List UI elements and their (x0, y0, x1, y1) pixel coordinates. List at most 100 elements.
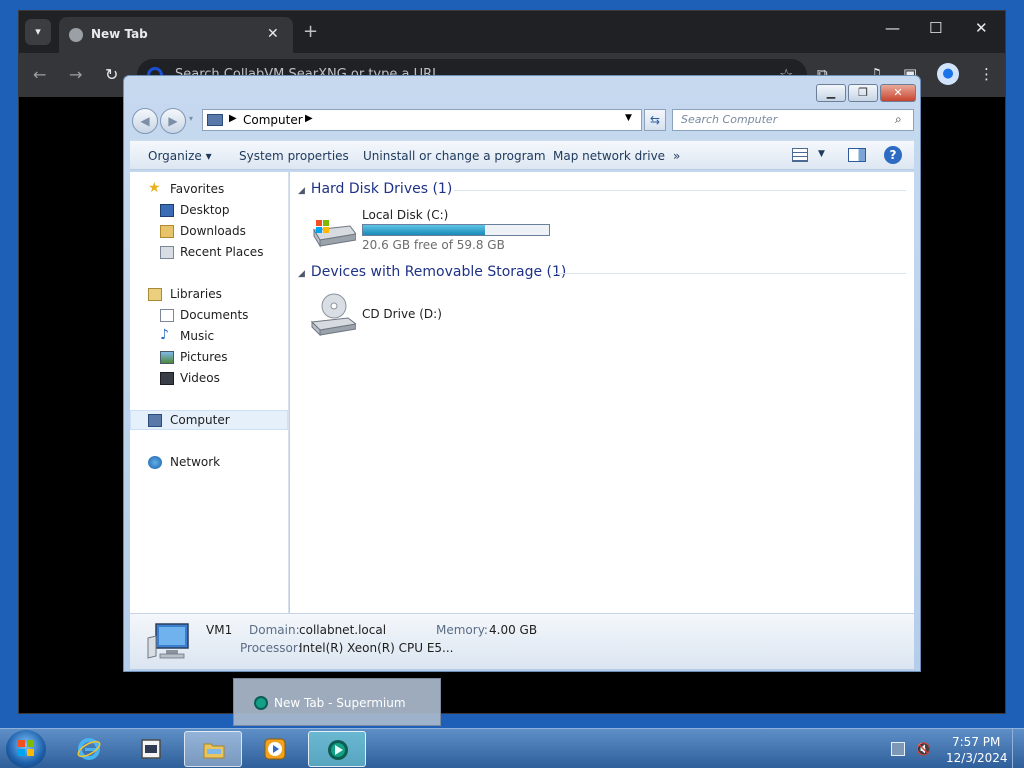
group-divider (554, 273, 906, 274)
domain-label: Domain: (249, 623, 300, 637)
computer-icon (207, 114, 223, 126)
taskbar: 🔇 7:57 PM 12/3/2024 (0, 728, 1024, 768)
taskbar-app[interactable] (122, 731, 180, 767)
browser-tab[interactable]: New Tab ✕ (59, 17, 293, 53)
back-button[interactable]: ◀ (132, 108, 158, 134)
nav-libraries[interactable]: Libraries (130, 285, 288, 305)
taskbar-windows-explorer[interactable] (184, 731, 242, 767)
collapse-triangle-icon[interactable]: ◢ (298, 269, 305, 279)
libraries-icon (148, 288, 162, 301)
address-bar[interactable]: ▶ Computer ▶ ▼ (202, 109, 642, 131)
pictures-icon (160, 351, 174, 364)
network-globe-icon (148, 456, 162, 469)
refresh-button[interactable]: ⇆ (644, 109, 666, 131)
drive-c-free-space: 20.6 GB free of 59.8 GB (362, 238, 505, 252)
change-view-icon[interactable] (792, 148, 808, 162)
taskbar-internet-explorer[interactable] (60, 731, 118, 767)
nav-music[interactable]: ♪ Music (130, 327, 288, 347)
help-icon[interactable]: ? (884, 146, 902, 164)
start-button[interactable] (6, 730, 46, 768)
reload-icon[interactable]: ↻ (105, 65, 118, 84)
tab-search-button[interactable]: ▾ (25, 19, 51, 45)
nav-favorites[interactable]: ★ Favorites (130, 180, 288, 200)
documents-icon (160, 309, 174, 322)
forward-arrow-icon[interactable]: → (69, 65, 82, 84)
navigation-pane: ★ Favorites Desktop Downloads Recent Pla… (130, 172, 289, 613)
command-bar: Organize ▾ System properties Uninstall o… (130, 140, 914, 170)
videos-icon (160, 372, 174, 385)
internet-explorer-icon (77, 738, 101, 760)
uninstall-program-button[interactable]: Uninstall or change a program (363, 149, 546, 163)
cd-drive-icon (310, 293, 356, 336)
computer-monitor-icon (147, 623, 189, 659)
browser-close-button[interactable]: ✕ (975, 19, 988, 37)
menu-dots-icon[interactable]: ⋮ (979, 65, 994, 83)
search-input[interactable]: Search Computer ⌕ (672, 109, 914, 131)
details-pane: VM1 Domain: collabnet.local Memory: 4.00… (130, 613, 914, 669)
nav-pictures[interactable]: Pictures (130, 348, 288, 368)
minimize-button[interactable]: ▁ (816, 84, 846, 102)
restore-button[interactable]: ❐ (848, 84, 878, 102)
explorer-window: ▁ ❐ ✕ ◀ ▶ ▾ ▶ Computer ▶ ▼ ⇆ Search Comp… (123, 75, 921, 672)
computer-name: VM1 (206, 623, 233, 637)
hard-drive-icon (313, 220, 356, 248)
new-tab-button[interactable]: + (303, 21, 318, 42)
search-icon[interactable]: ⌕ (895, 112, 902, 127)
breadcrumb-chevron-icon[interactable]: ▶ (305, 113, 313, 124)
network-tray-icon[interactable] (891, 742, 905, 756)
breadcrumb-computer[interactable]: Computer (243, 113, 303, 127)
tab-title: New Tab (91, 27, 148, 41)
recent-pages-chevron-icon[interactable]: ▾ (189, 114, 193, 123)
group-header-removable-storage[interactable]: ◢ Devices with Removable Storage (1) (298, 264, 566, 280)
taskbar-supermium[interactable] (308, 731, 366, 767)
search-placeholder: Search Computer (681, 113, 778, 126)
supermium-icon (328, 740, 348, 760)
forward-button[interactable]: ▶ (160, 108, 186, 134)
preview-pane-icon[interactable] (848, 148, 866, 162)
tab-strip: ▾ New Tab ✕ + — ☐ ✕ (19, 11, 1005, 53)
nav-network[interactable]: Network (130, 453, 288, 473)
group-header-hard-disk-drives[interactable]: ◢ Hard Disk Drives (1) (298, 181, 452, 197)
nav-desktop[interactable]: Desktop (130, 201, 288, 221)
organize-button[interactable]: Organize ▾ (148, 149, 212, 163)
browser-maximize-button[interactable]: ☐ (929, 19, 942, 37)
nav-videos[interactable]: Videos (130, 369, 288, 389)
group-divider (454, 190, 906, 191)
supermium-icon (254, 696, 268, 710)
globe-icon (69, 28, 83, 42)
view-options-chevron-icon[interactable]: ▼ (818, 149, 825, 159)
tab-close-button[interactable]: ✕ (267, 26, 279, 42)
collapse-triangle-icon[interactable]: ◢ (298, 186, 305, 196)
domain-value: collabnet.local (299, 623, 387, 637)
nav-downloads[interactable]: Downloads (130, 222, 288, 242)
browser-minimize-button[interactable]: — (885, 19, 900, 37)
close-button[interactable]: ✕ (880, 84, 916, 102)
clock-date[interactable]: 12/3/2024 (946, 751, 1008, 765)
system-properties-button[interactable]: System properties (239, 149, 349, 163)
profile-avatar-icon[interactable]: ● (937, 63, 959, 85)
folder-icon (203, 743, 225, 759)
back-arrow-icon[interactable]: ← (33, 65, 46, 84)
drive-c-name: Local Disk (C:) (362, 208, 449, 222)
breadcrumb-chevron-icon[interactable]: ▶ (229, 113, 237, 124)
downloads-folder-icon (160, 225, 174, 238)
processor-value: Intel(R) Xeon(R) CPU E5... (299, 641, 454, 655)
more-commands-button[interactable]: » (673, 149, 680, 163)
clock-time[interactable]: 7:57 PM (952, 735, 1000, 749)
show-desktop-button[interactable] (1012, 729, 1024, 768)
drive-c-usage-bar (362, 224, 550, 236)
drive-c-usage-fill (363, 225, 486, 235)
nav-recent-places[interactable]: Recent Places (130, 243, 288, 263)
memory-value: 4.00 GB (489, 623, 538, 637)
nav-documents[interactable]: Documents (130, 306, 288, 326)
windows-logo-icon (18, 740, 34, 756)
nav-computer[interactable]: Computer (130, 410, 288, 430)
map-network-drive-button[interactable]: Map network drive (553, 149, 665, 163)
app-window-icon (141, 739, 161, 759)
volume-muted-icon[interactable]: 🔇 (916, 742, 931, 756)
preview-title: New Tab - Supermium (274, 696, 406, 710)
desktop-icon (160, 204, 174, 217)
address-dropdown-icon[interactable]: ▼ (625, 113, 632, 123)
taskbar-thumbnail-preview[interactable]: New Tab - Supermium (233, 678, 441, 726)
taskbar-media-player[interactable] (246, 731, 304, 767)
